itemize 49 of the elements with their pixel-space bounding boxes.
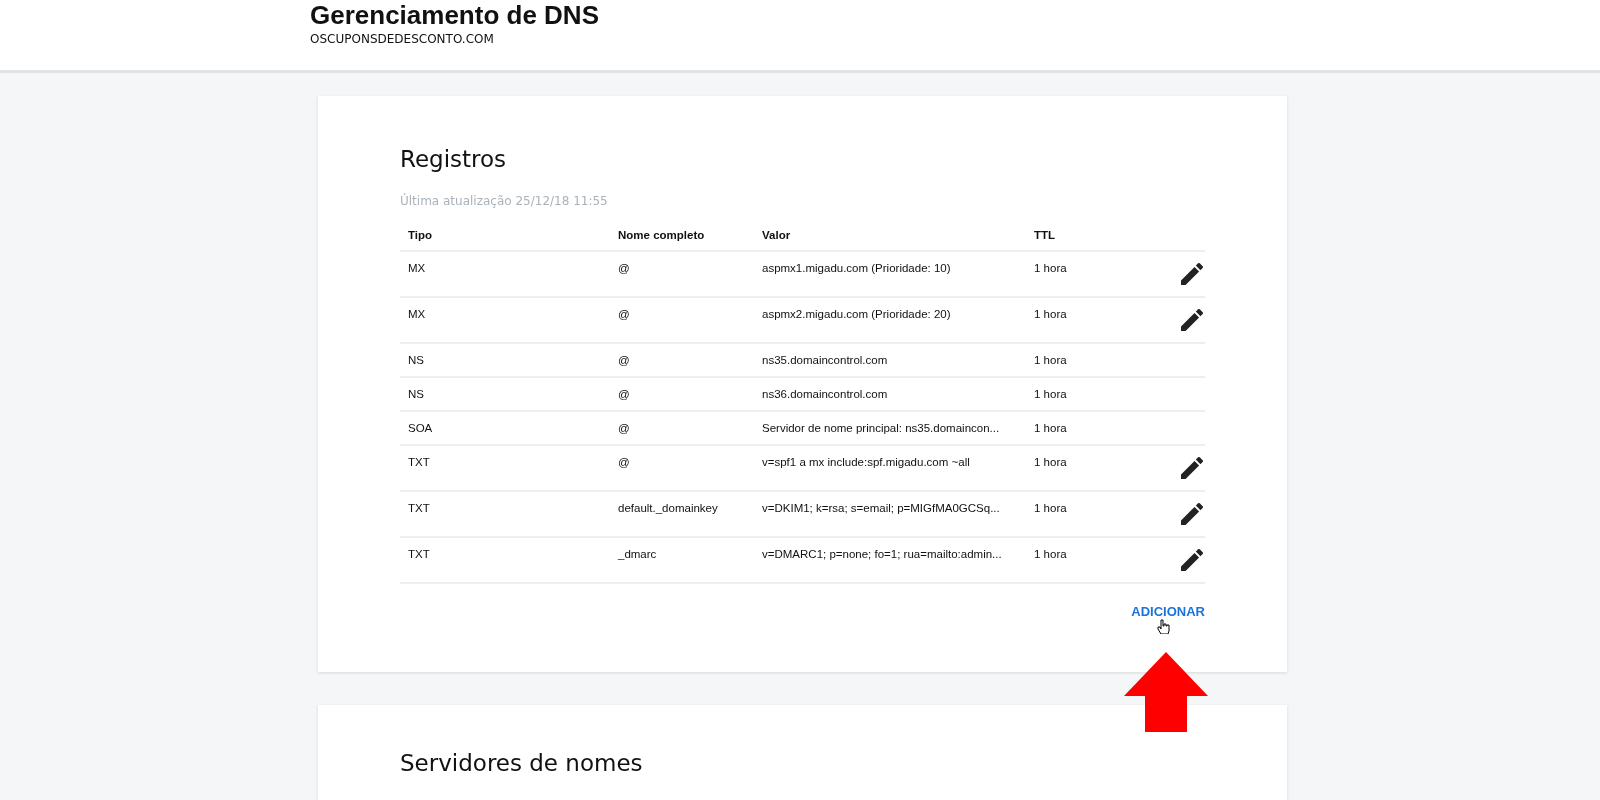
table-cell: MX xyxy=(400,251,610,297)
edit-icon[interactable] xyxy=(1181,309,1203,331)
edit-icon[interactable] xyxy=(1181,503,1203,525)
table-cell: @ xyxy=(610,377,754,411)
table-cell: default._domainkey xyxy=(610,491,754,537)
table-cell: aspmx1.migadu.com (Prioridade: 10) xyxy=(754,251,1026,297)
section-title: Registros xyxy=(400,146,508,172)
table-cell: MX xyxy=(400,297,610,343)
table-cell: 1 hora xyxy=(1026,445,1152,491)
table-cell: TXT xyxy=(400,537,610,583)
last-updated-text: Última atualização 25/12/18 11:55 xyxy=(400,194,609,208)
table-cell: 1 hora xyxy=(1026,377,1152,411)
table-cell: 1 hora xyxy=(1026,411,1152,445)
up-arrow-icon xyxy=(1124,652,1208,732)
table-cell: TXT xyxy=(400,445,610,491)
table-cell: @ xyxy=(610,445,754,491)
table-cell: NS xyxy=(400,343,610,377)
table-cell: v=DMARC1; p=none; fo=1; rua=mailto:admin... xyxy=(754,537,1026,583)
edit-icon[interactable] xyxy=(1181,263,1203,285)
table-cell: aspmx2.migadu.com (Prioridade: 20) xyxy=(754,297,1026,343)
add-button[interactable]: ADICIONAR xyxy=(1131,604,1205,619)
table-cell: ns36.domaincontrol.com xyxy=(754,377,1026,411)
edit-icon[interactable] xyxy=(1181,549,1203,571)
domain-name: OSCUPONSDEDESCONTO.COM xyxy=(310,32,495,46)
table-cell: 1 hora xyxy=(1026,537,1152,583)
table-cell: SOA xyxy=(400,411,610,445)
table-cell: ns35.domaincontrol.com xyxy=(754,343,1026,377)
table-cell: @ xyxy=(610,297,754,343)
table-cell: 1 hora xyxy=(1026,297,1152,343)
column-header: TTL xyxy=(1026,220,1152,251)
table-cell: Servidor de nome principal: ns35.domaincon... xyxy=(754,411,1026,445)
column-header: Tipo xyxy=(400,220,610,251)
hand-cursor-icon xyxy=(1157,619,1170,634)
table-cell: NS xyxy=(400,377,610,411)
table-cell: @ xyxy=(610,343,754,377)
table-cell: 1 hora xyxy=(1026,343,1152,377)
table-cell: @ xyxy=(610,251,754,297)
table-cell: 1 hora xyxy=(1026,251,1152,297)
table-cell: _dmarc xyxy=(610,537,754,583)
edit-icon[interactable] xyxy=(1181,457,1203,479)
table-cell: v=DKIM1; k=rsa; s=email; p=MIGfMA0GCSq... xyxy=(754,491,1026,537)
column-header: Valor xyxy=(754,220,1026,251)
table-cell: TXT xyxy=(400,491,610,537)
column-header: Nome completo xyxy=(610,220,754,251)
table-cell: 1 hora xyxy=(1026,491,1152,537)
page-title: Gerenciamento de DNS xyxy=(310,0,600,30)
table-cell: @ xyxy=(610,411,754,445)
table-cell: v=spf1 a mx include:spf.migadu.com ~all xyxy=(754,445,1026,491)
section-title: Servidores de nomes xyxy=(400,750,644,776)
